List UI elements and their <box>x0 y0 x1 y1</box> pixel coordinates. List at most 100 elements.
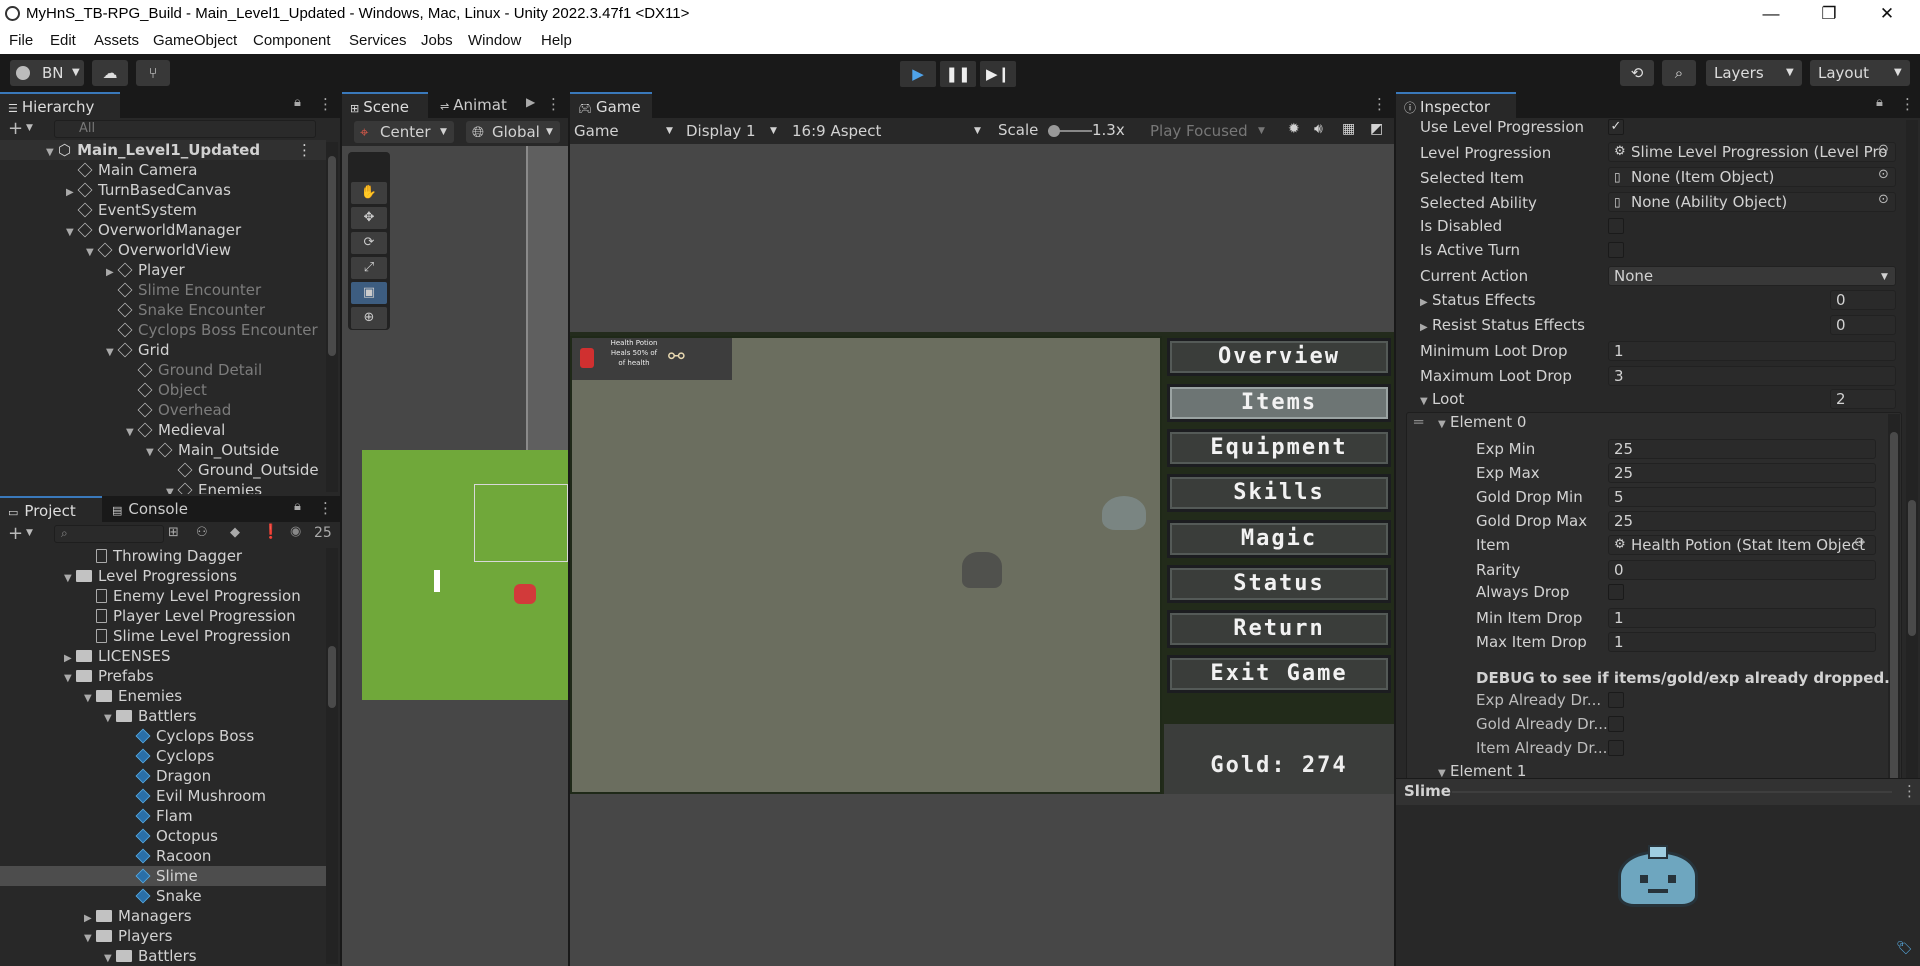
add-icon[interactable]: + <box>8 523 23 544</box>
layout-dropdown[interactable]: Layout ▼ <box>1810 60 1910 86</box>
tab-scene[interactable]: ⊞ Scene <box>342 92 428 118</box>
scrollbar-thumb[interactable] <box>328 646 336 708</box>
always-drop-checkbox[interactable] <box>1608 584 1624 600</box>
game-view-dropdown[interactable]: Game ▼ <box>572 120 678 142</box>
chevron-down-icon[interactable]: ▼ <box>26 528 33 538</box>
project-row[interactable]: ▶ LICENSES <box>0 646 326 666</box>
item-field[interactable]: ⚙ Health Potion (Stat Item Object <box>1608 535 1876 555</box>
tab-game[interactable]: 🎮︎ Game <box>570 92 652 118</box>
menu-file[interactable]: File <box>9 32 33 49</box>
item-already-dropped-checkbox[interactable] <box>1608 740 1624 756</box>
step-button[interactable]: ▶❙ <box>980 61 1016 87</box>
account-dropdown[interactable]: BN ▼ <box>10 60 84 86</box>
hierarchy-row[interactable]: ▶ TurnBasedCanvas <box>0 180 326 200</box>
item-slot[interactable]: Health Potion Heals 50% of of health ⚯ <box>572 338 732 380</box>
menu-items-button[interactable]: Items <box>1167 384 1391 422</box>
project-row[interactable]: Evil Mushroom <box>0 786 326 806</box>
min-loot-field[interactable]: 1 <box>1608 341 1896 361</box>
lock-icon[interactable]: 🔒︎ <box>294 499 301 514</box>
menu-assets[interactable]: Assets <box>94 32 139 49</box>
more-options-icon[interactable]: ⋮ <box>1900 95 1915 113</box>
selected-ability-field[interactable]: ▯ None (Ability Object) <box>1608 192 1896 212</box>
transform-tool-icon[interactable]: ⊕ <box>351 307 387 329</box>
rotate-tool-icon[interactable]: ⟳ <box>351 232 387 254</box>
project-row[interactable]: Player Level Progression <box>0 606 326 626</box>
menu-status-button[interactable]: Status <box>1167 565 1391 603</box>
project-row[interactable]: Cyclops <box>0 746 326 766</box>
more-options-icon[interactable]: ⋮ <box>1372 95 1387 113</box>
project-row[interactable]: ▶ Managers <box>0 906 326 926</box>
project-row[interactable]: Throwing Dagger <box>0 546 326 566</box>
project-row[interactable]: ▼ Battlers <box>0 946 326 966</box>
hierarchy-row[interactable]: Slime Encounter <box>0 280 326 300</box>
element-0-foldout[interactable]: ▼ Element 0 <box>1438 412 1526 432</box>
project-row[interactable]: Cyclops Boss <box>0 726 326 746</box>
warning-icon[interactable]: ❗ <box>262 524 279 540</box>
rarity-field[interactable]: 0 <box>1608 560 1876 580</box>
chevron-down-icon[interactable]: ▼ <box>104 949 116 966</box>
aspect-dropdown[interactable]: 16:9 Aspect ▼ <box>788 120 988 142</box>
project-row[interactable]: Dragon <box>0 766 326 786</box>
object-picker-icon[interactable]: ⊙ <box>1878 167 1889 182</box>
chevron-down-icon[interactable]: ▼ <box>26 123 33 133</box>
tab-project[interactable]: ▭ Project <box>0 496 102 522</box>
hierarchy-scrollbar[interactable] <box>326 142 338 492</box>
loot-size[interactable]: 2 <box>1830 389 1896 409</box>
hierarchy-row[interactable]: Ground_Outside <box>0 460 326 480</box>
menu-gameobject[interactable]: GameObject <box>153 32 237 49</box>
max-item-drop-field[interactable]: 1 <box>1608 632 1876 652</box>
scrollbar-thumb[interactable] <box>328 156 336 356</box>
tag-icon[interactable]: 🏷︎ <box>1896 941 1913 956</box>
scale-slider[interactable] <box>1048 125 1092 137</box>
object-picker-icon[interactable]: ⊙ <box>1854 535 1865 550</box>
hierarchy-search-input[interactable]: All <box>54 120 316 138</box>
hand-tool-icon[interactable]: ✋ <box>351 182 387 204</box>
minimize-button[interactable]: — <box>1742 0 1800 28</box>
menu-window[interactable]: Window <box>468 32 521 49</box>
resist-status-effects-size[interactable]: 0 <box>1830 315 1896 335</box>
hierarchy-row[interactable]: Object <box>0 380 326 400</box>
hierarchy-row[interactable]: Cyclops Boss Encounter <box>0 320 326 340</box>
project-search-input[interactable]: ⌕ <box>54 525 164 543</box>
exp-already-dropped-checkbox[interactable] <box>1608 692 1624 708</box>
scale-slider-handle[interactable] <box>1048 125 1060 137</box>
more-options-icon[interactable]: ⋮ <box>318 95 333 113</box>
gold-already-dropped-checkbox[interactable] <box>1608 716 1624 732</box>
search-by-type-icon[interactable]: ⊞ <box>168 525 179 540</box>
tab-console[interactable]: ▤ Console <box>104 496 214 522</box>
search-icon[interactable]: ⌕ <box>1662 60 1696 86</box>
lock-icon[interactable]: 🔒︎ <box>1876 95 1883 110</box>
project-row[interactable]: Flam <box>0 806 326 826</box>
menu-help[interactable]: Help <box>541 32 572 49</box>
object-picker-icon[interactable]: ⊙ <box>1878 192 1889 207</box>
label-icon[interactable]: ◆ <box>230 525 240 540</box>
project-row[interactable]: Snake <box>0 886 326 906</box>
menu-edit[interactable]: Edit <box>50 32 76 49</box>
display-dropdown[interactable]: Display 1 ▼ <box>682 120 782 142</box>
object-picker-icon[interactable]: ⊙ <box>1878 142 1889 157</box>
status-effects-foldout[interactable]: ▶ Status Effects <box>1420 290 1536 310</box>
scrollbar-thumb[interactable] <box>1908 500 1916 636</box>
exp-min-field[interactable]: 25 <box>1608 439 1876 459</box>
project-row[interactable]: ▼ Players <box>0 926 326 946</box>
more-options-icon[interactable]: ⋮ <box>546 95 561 113</box>
layers-dropdown[interactable]: Layers ▼ <box>1706 60 1802 86</box>
play-mode-dropdown[interactable]: Play Focused ▼ <box>1146 120 1272 142</box>
pause-button[interactable]: ❚❚ <box>940 61 976 87</box>
audio-icon[interactable]: 🔊︎ <box>1314 121 1323 137</box>
restore-button[interactable]: ❐ <box>1800 0 1858 28</box>
hierarchy-row[interactable]: Ground Detail <box>0 360 326 380</box>
tab-inspector[interactable]: ⓘ Inspector <box>1396 92 1516 118</box>
status-effects-size[interactable]: 0 <box>1830 290 1896 310</box>
tab-hierarchy[interactable]: ☰ Hierarchy <box>0 92 120 118</box>
gizmos-icon[interactable]: ◩ <box>1370 121 1383 137</box>
hierarchy-row[interactable]: Main Camera <box>0 160 326 180</box>
project-row[interactable]: Octopus <box>0 826 326 846</box>
hierarchy-row[interactable]: ▼ OverworldView <box>0 240 326 260</box>
menu-services[interactable]: Services <box>349 32 407 49</box>
menu-component[interactable]: Component <box>253 32 331 49</box>
max-loot-field[interactable]: 3 <box>1608 366 1896 386</box>
project-row[interactable]: ▼ Enemies <box>0 686 326 706</box>
element-1-foldout[interactable]: ▼ Element 1 <box>1438 765 1526 777</box>
gold-drop-min-field[interactable]: 5 <box>1608 487 1876 507</box>
